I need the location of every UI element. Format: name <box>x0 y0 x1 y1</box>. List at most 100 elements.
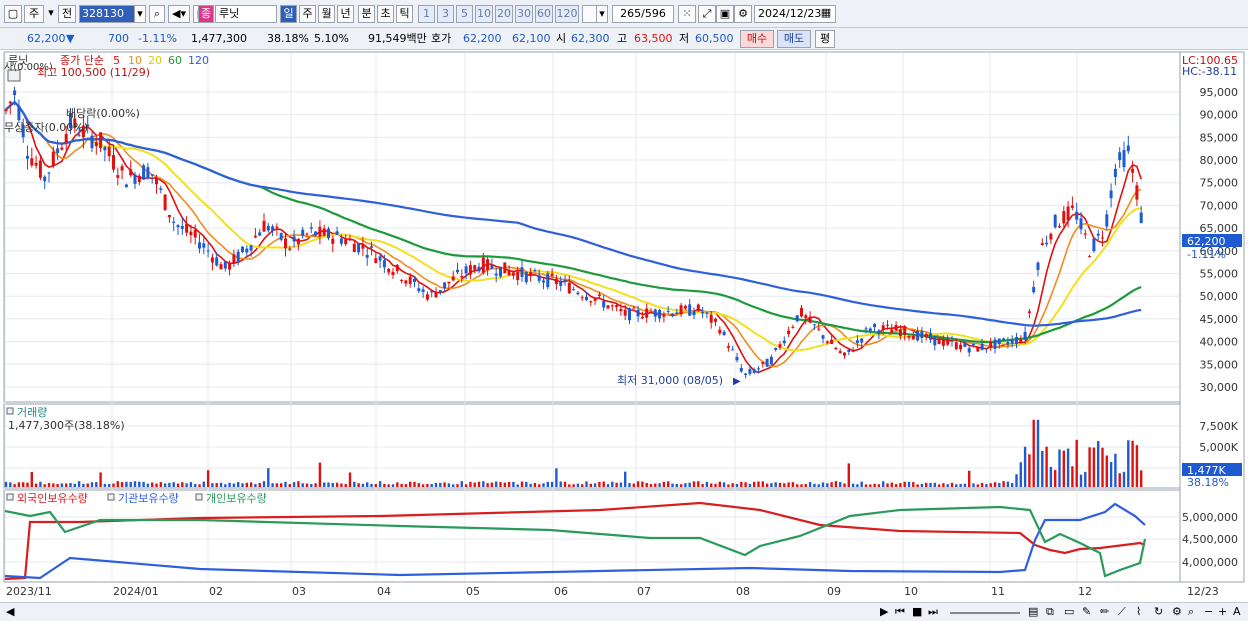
candle-body <box>202 243 206 248</box>
count-field[interactable]: 265/596 <box>612 5 674 23</box>
bonus-issue-event: 무상증자(0.00%) <box>4 121 88 134</box>
prev-button[interactable]: 전 <box>58 5 76 23</box>
volume-bar <box>787 482 790 487</box>
candle-body <box>64 134 68 143</box>
period-month[interactable]: 월 <box>318 5 335 23</box>
price-y-tick: 40,000 <box>1200 336 1239 349</box>
candle-body <box>679 305 683 315</box>
volume-bar <box>834 481 838 487</box>
volume-bar <box>593 483 597 487</box>
draw-icon[interactable]: ✎ <box>1082 605 1091 618</box>
code-dropdown-icon[interactable]: ▾ <box>134 5 146 23</box>
zoom-slider[interactable] <box>950 612 1020 614</box>
candle-body <box>731 349 735 351</box>
volume-bar <box>933 482 936 487</box>
settings-icon[interactable]: ⚙ <box>1172 605 1182 618</box>
refresh-icon[interactable]: ↻ <box>1154 605 1163 618</box>
price-y-tick: 30,000 <box>1200 381 1239 394</box>
candle-body <box>585 296 588 301</box>
volume-bar <box>572 484 575 487</box>
speaker-icon[interactable]: ◀▾ <box>168 5 190 23</box>
x-tick-label: 02 <box>209 585 223 598</box>
candle-body <box>494 273 498 276</box>
window-icon[interactable]: ▢ <box>4 5 22 23</box>
interval-1[interactable]: 1 <box>418 5 435 23</box>
candle-body <box>1058 226 1061 228</box>
candle-body <box>370 246 373 248</box>
stock-name-field[interactable]: 루닛 <box>215 5 277 23</box>
candle-body <box>477 266 481 272</box>
interval-30[interactable]: 30 <box>515 5 533 23</box>
grid-icon[interactable]: ⁙ <box>678 5 696 23</box>
rewind-icon[interactable]: ⏮ <box>895 605 905 619</box>
zoom-in-icon[interactable]: + <box>1218 605 1227 618</box>
calendar-icon[interactable]: ▦ <box>818 5 834 23</box>
volume-bar <box>146 483 150 487</box>
volume-bar <box>172 482 175 487</box>
font-size-icon[interactable]: A <box>1233 605 1241 618</box>
volume-bar <box>972 483 975 487</box>
interval-10[interactable]: 10 <box>475 5 493 23</box>
stop-icon[interactable]: ■ <box>912 605 922 618</box>
last-volume-pct: 38.18% <box>1187 476 1229 489</box>
volume-bar <box>30 472 33 487</box>
copy-icon[interactable]: ⧉ <box>1046 605 1054 619</box>
eval-button[interactable]: 평 <box>815 30 835 48</box>
high-annotation: 최고 100,500 (11/29) <box>37 66 150 79</box>
volume-bar <box>271 483 274 487</box>
volume-bar <box>77 481 81 487</box>
volume-bar <box>353 481 356 487</box>
zoom-out-icon[interactable]: − <box>1204 605 1213 618</box>
custom-interval-dropdown-icon[interactable]: ▾ <box>596 5 608 23</box>
scroll-right-icon[interactable]: ▶ <box>880 605 888 618</box>
volume-bar <box>998 483 1001 487</box>
volume-bar <box>817 484 820 487</box>
period-day[interactable]: 일 <box>280 5 297 23</box>
volume-bar <box>499 482 502 487</box>
chart-icon[interactable]: ⌇ <box>1136 605 1141 618</box>
candle-body <box>941 339 945 346</box>
period-week[interactable]: 주 <box>299 5 316 23</box>
period-year[interactable]: 년 <box>337 5 354 23</box>
volume-bar <box>770 483 773 487</box>
code-input[interactable]: 328130 <box>79 5 135 23</box>
candle-body <box>103 147 107 151</box>
interval-3[interactable]: 3 <box>437 5 454 23</box>
price-y-tick: 90,000 <box>1200 109 1239 122</box>
period-minute[interactable]: 분 <box>358 5 375 23</box>
interval-label: 120 <box>556 7 578 20</box>
period-tick[interactable]: 틱 <box>396 5 413 23</box>
chart-area[interactable]: 95,000 90,000 85,000 80,000 75,000 70,000 65,0… <box>0 50 1248 602</box>
search-icon[interactable]: ⌕ <box>149 5 165 23</box>
candle-body <box>1015 337 1018 344</box>
period-second[interactable]: 초 <box>377 5 394 23</box>
pen-icon[interactable]: ✏ <box>1100 605 1109 618</box>
scroll-left-icon[interactable]: ◀ <box>6 605 14 618</box>
volume-menu-icon[interactable] <box>6 407 14 415</box>
layout-icon[interactable]: ▤ <box>1028 605 1038 618</box>
holdings-menu-icon[interactable] <box>6 493 14 501</box>
interval-60[interactable]: 60 <box>535 5 553 23</box>
interval-20[interactable]: 20 <box>495 5 513 23</box>
forward-icon[interactable]: ⏭ <box>928 605 938 619</box>
volume-bar <box>1002 481 1005 487</box>
volume-bar <box>430 483 433 487</box>
dropdown-icon[interactable]: ▾ <box>46 5 56 23</box>
candle-body <box>714 318 717 322</box>
buy-button[interactable]: 매수 <box>740 30 774 48</box>
save-icon[interactable]: ▣ <box>716 5 734 23</box>
volume-bar <box>800 484 803 487</box>
sell-button[interactable]: 매도 <box>777 30 811 48</box>
zoom-out-search-icon[interactable]: ⌕ <box>1188 605 1194 619</box>
candle-body <box>997 338 1001 345</box>
line-icon[interactable]: ⟋ <box>1118 605 1126 619</box>
crosshair-icon[interactable]: ⤢ <box>698 5 716 23</box>
interval-120[interactable]: 120 <box>555 5 579 23</box>
price-y-tick: 75,000 <box>1200 177 1239 190</box>
candle-body <box>365 254 369 258</box>
window-icon[interactable]: ▭ <box>1064 605 1074 618</box>
gear-icon[interactable]: ⚙ <box>734 5 752 23</box>
interval-5[interactable]: 5 <box>456 5 473 23</box>
market-select[interactable]: 주 <box>24 5 44 23</box>
candle-body <box>774 347 778 350</box>
